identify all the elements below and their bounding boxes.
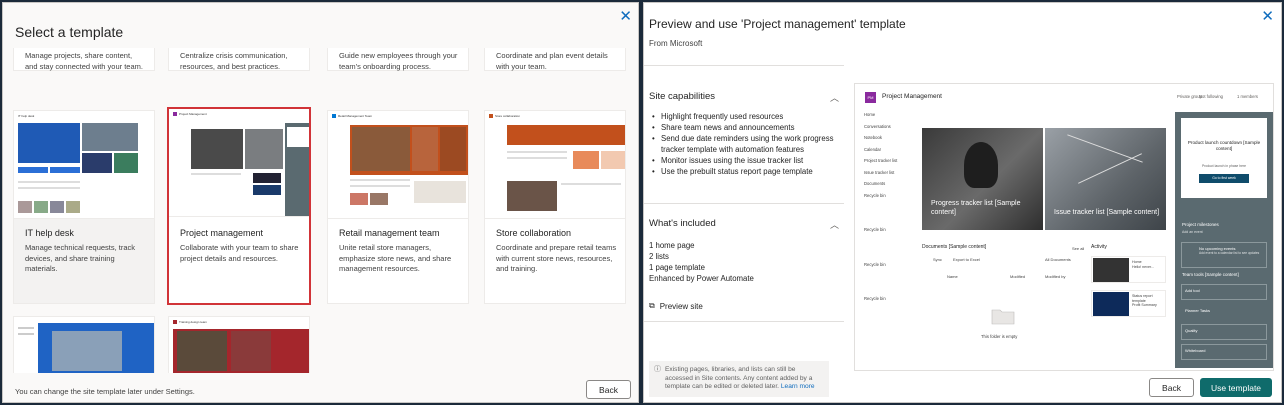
list-item: Send due date reminders using the work p…	[649, 133, 839, 155]
card-title: Retail management team	[339, 228, 440, 238]
card-title: IT help desk	[25, 228, 74, 238]
settings-footnote: You can change the site template later u…	[15, 387, 195, 396]
card-description: Coordinate and prepare retail teams with…	[496, 243, 617, 273]
template-card[interactable]: Centralize crisis communication, resourc…	[168, 48, 310, 71]
close-icon[interactable]: ✕	[1261, 9, 1274, 24]
template-card-it-help-desk[interactable]: IT help desk IT help desk Manage technic…	[13, 110, 155, 304]
template-thumbnail: Retail Management Team	[328, 111, 468, 219]
template-card-retail-management[interactable]: Retail Management Team Retail management…	[327, 110, 469, 304]
use-template-button[interactable]: Use template	[1200, 378, 1272, 397]
template-picker-panel: ✕ Select a template Manage projects, sha…	[2, 2, 639, 403]
hero-tile-progress-tracker: Progress tracker list [Sample content]	[922, 128, 1043, 230]
list-item: Highlight frequently used resources	[649, 111, 839, 122]
activity-heading: Activity	[1091, 244, 1107, 250]
template-grid[interactable]: Manage projects, share content, and stay…	[3, 48, 638, 373]
back-button[interactable]: Back	[586, 380, 631, 399]
list-item: Share team news and announcements	[649, 122, 839, 133]
template-card-store-collaboration[interactable]: Store collaboration Store collaboration …	[484, 110, 626, 304]
capabilities-list: Highlight frequently used resources Shar…	[649, 111, 839, 177]
card-description: Manage technical requests, track devices…	[25, 243, 136, 273]
template-publisher: From Microsoft	[649, 39, 703, 48]
template-preview-panel: ✕ Preview and use 'Project management' t…	[643, 2, 1282, 403]
page-title: Preview and use 'Project management' tem…	[649, 17, 906, 31]
folder-icon	[991, 309, 1015, 325]
site-navigation: Home Conversations Notebook Calendar Pro…	[864, 112, 898, 301]
site-capabilities-heading[interactable]: Site capabilities	[649, 91, 715, 102]
list-item: Enhanced by Power Automate	[649, 274, 754, 283]
site-title: Project Management	[882, 93, 942, 100]
template-thumbnail: Project Management	[169, 109, 309, 217]
template-card[interactable]: Manage projects, share content, and stay…	[13, 48, 155, 71]
activity-card: Home Hello! never...	[1091, 256, 1166, 283]
list-item: 1 home page	[649, 241, 695, 250]
list-item: Use the prebuilt status report page temp…	[649, 166, 839, 177]
included-list: 1 home page 2 lists 1 page template Enha…	[649, 240, 754, 284]
countdown-webpart: Product launch countdown [Sample content…	[1181, 118, 1267, 198]
page-title: Select a template	[15, 24, 124, 40]
info-icon: ⓘ	[654, 366, 661, 373]
template-thumbnail: IT help desk	[14, 111, 154, 219]
card-description: Unite retail store managers, emphasize s…	[339, 243, 452, 273]
template-notice: ⓘ Existing pages, libraries, and lists c…	[649, 361, 829, 397]
close-icon[interactable]: ✕	[619, 9, 632, 24]
empty-folder-text: This folder is empty	[981, 334, 1018, 339]
list-item: 1 page template	[649, 263, 705, 272]
activity-card: Status report template Profit Summary	[1091, 290, 1166, 317]
preview-side-panel: Product launch countdown [Sample content…	[1175, 112, 1273, 368]
template-thumbnail: Training design team	[169, 317, 309, 373]
site-logo: PM	[865, 92, 876, 103]
card-description: Collaborate with your team to share proj…	[180, 243, 299, 263]
open-in-new-icon: ⧉	[649, 301, 655, 310]
card-title: Project management	[180, 228, 264, 238]
list-item: 2 lists	[649, 252, 669, 261]
learn-more-link[interactable]: Learn more	[781, 383, 815, 390]
template-card-project-management[interactable]: Project Management Project management Co…	[167, 107, 311, 305]
documents-heading: Documents [Sample content]	[922, 244, 987, 250]
card-title: Store collaboration	[496, 228, 572, 238]
template-card[interactable]	[13, 316, 155, 373]
list-item: Monitor issues using the issue tracker l…	[649, 155, 839, 166]
chevron-up-icon[interactable]: ︿	[830, 91, 839, 104]
preview-site-link[interactable]: ⧉ Preview site	[649, 301, 703, 311]
whats-included-heading[interactable]: What's included	[649, 218, 716, 229]
template-card[interactable]: Coordinate and plan event details with y…	[484, 48, 626, 71]
template-thumbnail	[14, 317, 154, 373]
template-thumbnail: Store collaboration	[485, 111, 625, 219]
template-card[interactable]: Training design team	[168, 316, 310, 373]
hero-tile-issue-tracker: Issue tracker list [Sample content]	[1045, 128, 1166, 230]
template-card[interactable]: Guide new employees through your team's …	[327, 48, 469, 71]
chevron-up-icon[interactable]: ︿	[830, 218, 839, 231]
template-preview-image: PM Project Management Private group Not …	[854, 83, 1274, 371]
back-button[interactable]: Back	[1149, 378, 1194, 397]
